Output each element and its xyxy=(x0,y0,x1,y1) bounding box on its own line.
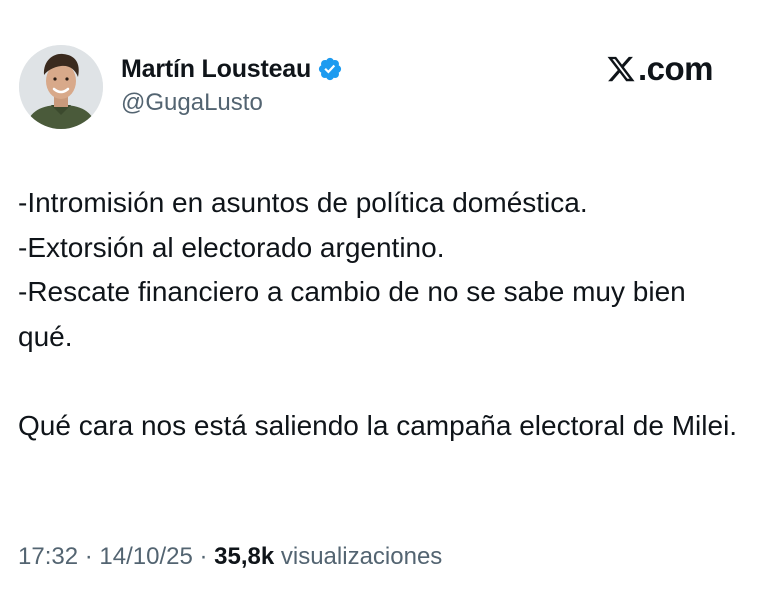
tweet-closing: Qué cara nos está saliendo la campaña el… xyxy=(18,409,738,441)
views-count[interactable]: 35,8k xyxy=(214,543,274,570)
brand-logo: .com xyxy=(605,50,714,88)
profile-photo xyxy=(19,45,103,129)
tweet-line: -Extorsión al electorado argentino. xyxy=(18,231,445,263)
brand-logo-text: .com xyxy=(638,50,714,87)
tweet-line: -Intromisión en asuntos de política domé… xyxy=(18,187,588,218)
avatar[interactable] xyxy=(19,45,103,129)
tweet-time[interactable]: 17:32 xyxy=(18,543,78,570)
tweet-text: -Intromisión en asuntos de política domé… xyxy=(18,181,744,448)
author-block: Martín Lousteau @GugaLusto xyxy=(121,52,343,117)
verified-badge-icon[interactable] xyxy=(317,56,343,82)
tweet-date[interactable]: 14/10/25 xyxy=(99,543,192,570)
tweet-meta: 17:32 · 14/10/25 · 35,8k visualizaciones xyxy=(18,543,442,571)
meta-separator: · xyxy=(192,543,215,570)
views-label[interactable]: visualizaciones xyxy=(281,543,442,570)
meta-separator: · xyxy=(78,543,100,570)
author-name-row: Martín Lousteau xyxy=(121,52,343,86)
author-handle[interactable]: @GugaLusto xyxy=(121,89,343,117)
tweet-line: -Rescate financiero a cambio de no se sa… xyxy=(18,276,686,352)
author-display-name[interactable]: Martín Lousteau xyxy=(121,55,311,84)
tweet-card: Martín Lousteau @GugaLusto .com -Intromi… xyxy=(0,0,760,597)
x-logo-icon xyxy=(607,56,635,82)
